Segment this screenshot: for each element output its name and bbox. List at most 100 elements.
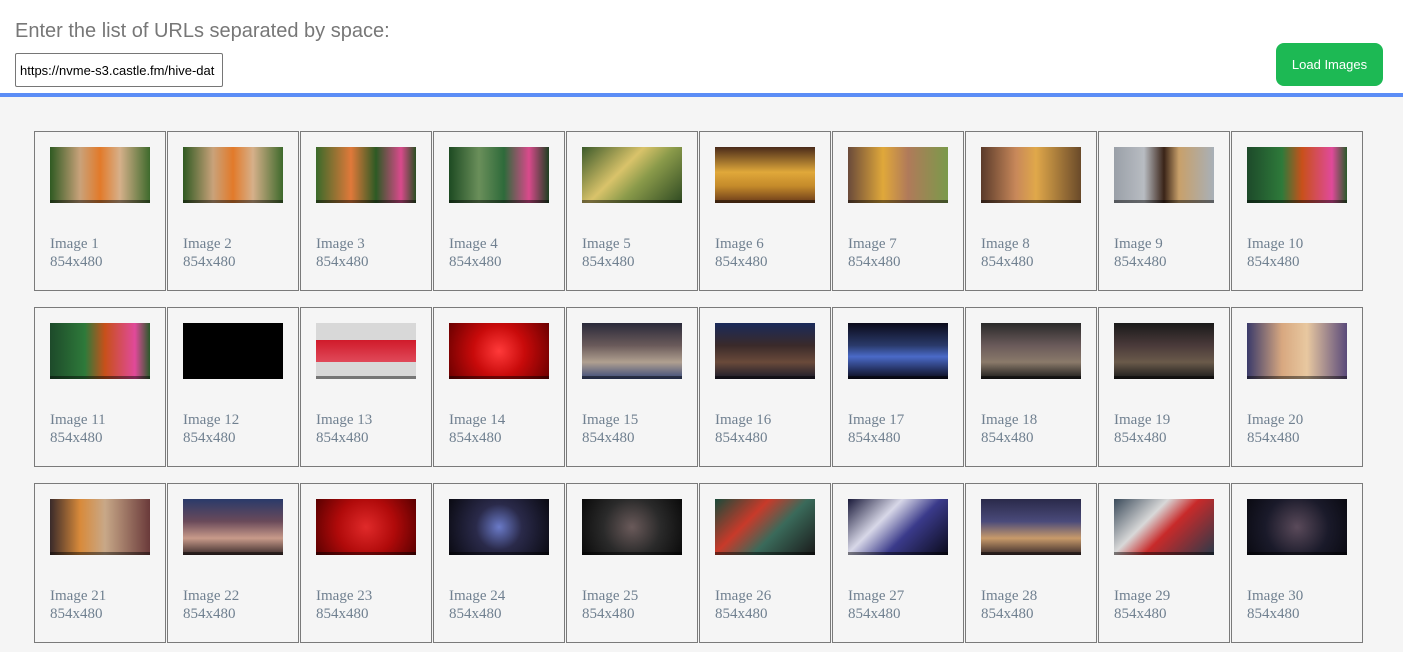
image-thumbnail[interactable] — [183, 147, 283, 203]
image-card[interactable]: Image 21 854x480 — [34, 483, 166, 643]
image-card[interactable]: Image 8 854x480 — [965, 131, 1097, 291]
image-thumbnail[interactable] — [50, 323, 150, 379]
image-name-label: Image 6 — [715, 236, 764, 252]
image-card[interactable]: Image 16 854x480 — [699, 307, 831, 467]
image-dimensions-label: 854x480 — [50, 430, 103, 446]
image-thumbnail[interactable] — [582, 499, 682, 555]
image-name-label: Image 27 — [848, 588, 905, 604]
image-card[interactable]: Image 19 854x480 — [1098, 307, 1230, 467]
image-thumbnail[interactable] — [582, 323, 682, 379]
image-name-label: Image 5 — [582, 236, 631, 252]
thumbnail-overlay-band — [316, 200, 416, 203]
image-dimensions-label: 854x480 — [316, 254, 369, 270]
image-thumbnail[interactable] — [183, 499, 283, 555]
image-card[interactable]: Image 28 854x480 — [965, 483, 1097, 643]
image-card[interactable]: Image 26 854x480 — [699, 483, 831, 643]
thumbnail-overlay-band — [1247, 376, 1347, 379]
thumbnail-overlay-band — [449, 376, 549, 379]
image-card[interactable]: Image 27 854x480 — [832, 483, 964, 643]
load-images-button[interactable]: Load Images — [1276, 43, 1383, 86]
image-name-label: Image 25 — [582, 588, 639, 604]
image-dimensions-label: 854x480 — [183, 606, 236, 622]
image-dimensions-label: 854x480 — [449, 254, 502, 270]
thumbnail-overlay-band — [449, 552, 549, 555]
thumbnail-overlay-band — [183, 376, 283, 379]
image-dimensions-label: 854x480 — [449, 430, 502, 446]
image-card[interactable]: Image 11 854x480 — [34, 307, 166, 467]
image-dimensions-label: 854x480 — [1114, 606, 1167, 622]
thumbnail-overlay-band — [848, 376, 948, 379]
image-thumbnail[interactable] — [1247, 323, 1347, 379]
image-name-label: Image 1 — [50, 236, 99, 252]
image-thumbnail[interactable] — [50, 147, 150, 203]
image-thumbnail[interactable] — [715, 323, 815, 379]
image-card[interactable]: Image 14 854x480 — [433, 307, 565, 467]
thumbnail-overlay-band — [715, 200, 815, 203]
image-card[interactable]: Image 6 854x480 — [699, 131, 831, 291]
image-card[interactable]: Image 25 854x480 — [566, 483, 698, 643]
image-card[interactable]: Image 17 854x480 — [832, 307, 964, 467]
image-card[interactable]: Image 30 854x480 — [1231, 483, 1363, 643]
image-thumbnail[interactable] — [848, 323, 948, 379]
image-name-label: Image 12 — [183, 412, 240, 428]
image-name-label: Image 23 — [316, 588, 373, 604]
image-card[interactable]: Image 29 854x480 — [1098, 483, 1230, 643]
image-card[interactable]: Image 18 854x480 — [965, 307, 1097, 467]
image-thumbnail[interactable] — [1114, 499, 1214, 555]
image-dimensions-label: 854x480 — [848, 606, 901, 622]
thumbnail-overlay-band — [981, 376, 1081, 379]
image-card[interactable]: Image 22 854x480 — [167, 483, 299, 643]
image-name-label: Image 9 — [1114, 236, 1163, 252]
image-card[interactable]: Image 13 854x480 — [300, 307, 432, 467]
image-card[interactable]: Image 12 854x480 — [167, 307, 299, 467]
image-thumbnail[interactable] — [715, 499, 815, 555]
image-card[interactable]: Image 5 854x480 — [566, 131, 698, 291]
image-thumbnail[interactable] — [316, 499, 416, 555]
image-dimensions-label: 854x480 — [183, 254, 236, 270]
image-name-label: Image 22 — [183, 588, 240, 604]
image-name-label: Image 3 — [316, 236, 365, 252]
image-thumbnail[interactable] — [449, 499, 549, 555]
image-thumbnail[interactable] — [316, 147, 416, 203]
image-thumbnail[interactable] — [715, 147, 815, 203]
image-thumbnail[interactable] — [449, 323, 549, 379]
thumbnail-overlay-band — [848, 200, 948, 203]
image-card[interactable]: Image 20 854x480 — [1231, 307, 1363, 467]
image-card[interactable]: Image 24 854x480 — [433, 483, 565, 643]
image-thumbnail[interactable] — [316, 323, 416, 379]
image-card[interactable]: Image 9 854x480 — [1098, 131, 1230, 291]
image-thumbnail[interactable] — [848, 147, 948, 203]
image-card[interactable]: Image 4 854x480 — [433, 131, 565, 291]
image-card[interactable]: Image 1 854x480 — [34, 131, 166, 291]
image-card[interactable]: Image 3 854x480 — [300, 131, 432, 291]
image-card[interactable]: Image 7 854x480 — [832, 131, 964, 291]
image-card[interactable]: Image 15 854x480 — [566, 307, 698, 467]
image-name-label: Image 16 — [715, 412, 772, 428]
image-thumbnail[interactable] — [183, 323, 283, 379]
image-card[interactable]: Image 10 854x480 — [1231, 131, 1363, 291]
image-thumbnail[interactable] — [50, 499, 150, 555]
image-dimensions-label: 854x480 — [981, 606, 1034, 622]
image-thumbnail[interactable] — [981, 147, 1081, 203]
thumbnail-overlay-band — [50, 200, 150, 203]
image-thumbnail[interactable] — [1114, 147, 1214, 203]
thumbnail-overlay-band — [715, 376, 815, 379]
image-thumbnail[interactable] — [449, 147, 549, 203]
image-dimensions-label: 854x480 — [183, 430, 236, 446]
image-thumbnail[interactable] — [981, 323, 1081, 379]
image-thumbnail[interactable] — [848, 499, 948, 555]
image-dimensions-label: 854x480 — [715, 254, 768, 270]
image-thumbnail[interactable] — [582, 147, 682, 203]
image-thumbnail[interactable] — [1247, 147, 1347, 203]
image-thumbnail[interactable] — [1247, 499, 1347, 555]
image-dimensions-label: 854x480 — [50, 606, 103, 622]
image-dimensions-label: 854x480 — [715, 606, 768, 622]
image-thumbnail[interactable] — [981, 499, 1081, 555]
thumbnail-overlay-band — [50, 376, 150, 379]
image-card[interactable]: Image 2 854x480 — [167, 131, 299, 291]
url-input[interactable] — [15, 53, 223, 87]
image-card[interactable]: Image 23 854x480 — [300, 483, 432, 643]
thumbnail-overlay-band — [1247, 552, 1347, 555]
image-thumbnail[interactable] — [1114, 323, 1214, 379]
thumbnail-overlay-band — [183, 552, 283, 555]
